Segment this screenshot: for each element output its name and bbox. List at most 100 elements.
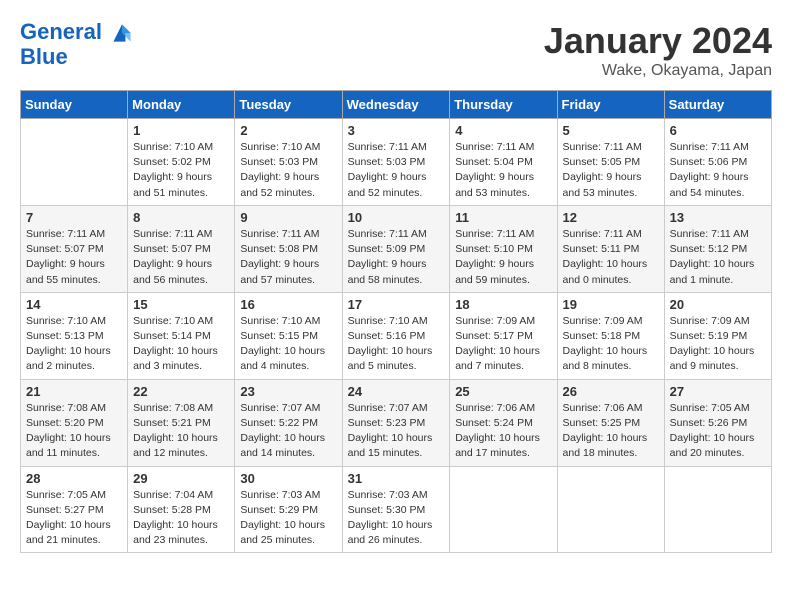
calendar-cell: 7Sunrise: 7:11 AMSunset: 5:07 PMDaylight… — [21, 205, 128, 292]
day-info: Sunrise: 7:06 AMSunset: 5:25 PMDaylight:… — [563, 402, 648, 460]
calendar-cell: 19 Sunrise: 7:09 AMSunset: 5:18 PMDayligh… — [557, 292, 664, 379]
calendar-cell — [21, 119, 128, 206]
calendar-cell: 31 Sunrise: 7:03 AMSunset: 5:30 PMDayligh… — [342, 466, 450, 553]
calendar-cell: 29 Sunrise: 7:04 AMSunset: 5:28 PMDayligh… — [128, 466, 235, 553]
day-number: 18 — [455, 297, 551, 312]
calendar-cell: 22 Sunrise: 7:08 AMSunset: 5:21 PMDayligh… — [128, 379, 235, 466]
logo: General Blue — [20, 20, 134, 69]
day-number: 9 — [240, 210, 336, 225]
day-info: Sunrise: 7:11 AMSunset: 5:10 PMDaylight:… — [455, 228, 534, 286]
calendar-cell: 27Sunrise: 7:05 AMSunset: 5:26 PMDayligh… — [664, 379, 771, 466]
day-info: Sunrise: 7:07 AMSunset: 5:23 PMDaylight:… — [348, 402, 433, 460]
title-block: January 2024 Wake, Okayama, Japan — [544, 20, 772, 80]
day-info: Sunrise: 7:10 AMSunset: 5:14 PMDaylight:… — [133, 315, 218, 373]
day-number: 4 — [455, 123, 551, 138]
day-number: 11 — [455, 210, 551, 225]
day-number: 15 — [133, 297, 229, 312]
day-number: 5 — [563, 123, 659, 138]
month-title: January 2024 — [544, 20, 772, 62]
day-number: 3 — [348, 123, 445, 138]
calendar-week-1: 1Sunrise: 7:10 AMSunset: 5:02 PMDaylight… — [21, 119, 772, 206]
calendar-cell — [664, 466, 771, 553]
day-info: Sunrise: 7:11 AMSunset: 5:09 PMDaylight:… — [348, 228, 427, 286]
day-info: Sunrise: 7:03 AMSunset: 5:29 PMDaylight:… — [240, 489, 325, 547]
day-info: Sunrise: 7:11 AMSunset: 5:06 PMDaylight:… — [670, 141, 749, 199]
day-number: 16 — [240, 297, 336, 312]
day-number: 26 — [563, 384, 659, 399]
day-number: 30 — [240, 471, 336, 486]
calendar-table: SundayMondayTuesdayWednesdayThursdayFrid… — [20, 90, 772, 553]
day-number: 13 — [670, 210, 766, 225]
day-number: 20 — [670, 297, 766, 312]
day-info: Sunrise: 7:09 AMSunset: 5:17 PMDaylight:… — [455, 315, 540, 373]
day-info: Sunrise: 7:11 AMSunset: 5:12 PMDaylight:… — [670, 228, 755, 286]
calendar-cell: 30 Sunrise: 7:03 AMSunset: 5:29 PMDayligh… — [235, 466, 342, 553]
day-info: Sunrise: 7:10 AMSunset: 5:15 PMDaylight:… — [240, 315, 325, 373]
day-number: 28 — [26, 471, 122, 486]
calendar-cell: 25Sunrise: 7:06 AMSunset: 5:24 PMDayligh… — [450, 379, 557, 466]
weekday-header-wednesday: Wednesday — [342, 91, 450, 119]
weekday-header-row: SundayMondayTuesdayWednesdayThursdayFrid… — [21, 91, 772, 119]
calendar-cell: 12Sunrise: 7:11 AMSunset: 5:11 PMDayligh… — [557, 205, 664, 292]
calendar-cell: 6Sunrise: 7:11 AMSunset: 5:06 PMDaylight… — [664, 119, 771, 206]
day-info: Sunrise: 7:11 AMSunset: 5:07 PMDaylight:… — [133, 228, 212, 286]
calendar-cell: 11 Sunrise: 7:11 AMSunset: 5:10 PMDayligh… — [450, 205, 557, 292]
day-info: Sunrise: 7:10 AMSunset: 5:02 PMDaylight:… — [133, 141, 213, 199]
calendar-cell: 23 Sunrise: 7:07 AMSunset: 5:22 PMDayligh… — [235, 379, 342, 466]
page-header: General Blue January 2024 Wake, Okayama,… — [20, 20, 772, 80]
day-number: 10 — [348, 210, 445, 225]
calendar-cell: 2Sunrise: 7:10 AMSunset: 5:03 PMDaylight… — [235, 119, 342, 206]
calendar-cell: 1Sunrise: 7:10 AMSunset: 5:02 PMDaylight… — [128, 119, 235, 206]
logo-text: General Blue — [20, 20, 134, 69]
day-info: Sunrise: 7:10 AMSunset: 5:13 PMDaylight:… — [26, 315, 111, 373]
calendar-cell: 14 Sunrise: 7:10 AMSunset: 5:13 PMDayligh… — [21, 292, 128, 379]
day-number: 29 — [133, 471, 229, 486]
day-info: Sunrise: 7:11 AMSunset: 5:08 PMDaylight:… — [240, 228, 319, 286]
calendar-cell — [450, 466, 557, 553]
calendar-cell: 9 Sunrise: 7:11 AMSunset: 5:08 PMDaylight… — [235, 205, 342, 292]
calendar-cell: 15 Sunrise: 7:10 AMSunset: 5:14 PMDayligh… — [128, 292, 235, 379]
location: Wake, Okayama, Japan — [544, 62, 772, 80]
day-info: Sunrise: 7:09 AMSunset: 5:18 PMDaylight:… — [563, 315, 648, 373]
calendar-cell: 3Sunrise: 7:11 AMSunset: 5:03 PMDaylight… — [342, 119, 450, 206]
day-number: 31 — [348, 471, 445, 486]
calendar-cell: 18 Sunrise: 7:09 AMSunset: 5:17 PMDayligh… — [450, 292, 557, 379]
day-info: Sunrise: 7:08 AMSunset: 5:20 PMDaylight:… — [26, 402, 111, 460]
day-number: 22 — [133, 384, 229, 399]
weekday-header-thursday: Thursday — [450, 91, 557, 119]
day-number: 27 — [670, 384, 766, 399]
calendar-week-4: 21 Sunrise: 7:08 AMSunset: 5:20 PMDayligh… — [21, 379, 772, 466]
calendar-cell: 28 Sunrise: 7:05 AMSunset: 5:27 PMDayligh… — [21, 466, 128, 553]
calendar-cell: 4Sunrise: 7:11 AMSunset: 5:04 PMDaylight… — [450, 119, 557, 206]
day-number: 19 — [563, 297, 659, 312]
calendar-week-2: 7Sunrise: 7:11 AMSunset: 5:07 PMDaylight… — [21, 205, 772, 292]
day-info: Sunrise: 7:04 AMSunset: 5:28 PMDaylight:… — [133, 489, 218, 547]
calendar-cell: 8Sunrise: 7:11 AMSunset: 5:07 PMDaylight… — [128, 205, 235, 292]
calendar-week-3: 14 Sunrise: 7:10 AMSunset: 5:13 PMDayligh… — [21, 292, 772, 379]
day-info: Sunrise: 7:10 AMSunset: 5:16 PMDaylight:… — [348, 315, 433, 373]
weekday-header-friday: Friday — [557, 91, 664, 119]
day-number: 23 — [240, 384, 336, 399]
day-info: Sunrise: 7:08 AMSunset: 5:21 PMDaylight:… — [133, 402, 218, 460]
weekday-header-tuesday: Tuesday — [235, 91, 342, 119]
day-info: Sunrise: 7:10 AMSunset: 5:03 PMDaylight:… — [240, 141, 320, 199]
calendar-cell: 13 Sunrise: 7:11 AMSunset: 5:12 PMDayligh… — [664, 205, 771, 292]
calendar-cell — [557, 466, 664, 553]
day-number: 17 — [348, 297, 445, 312]
calendar-cell: 10 Sunrise: 7:11 AMSunset: 5:09 PMDayligh… — [342, 205, 450, 292]
day-info: Sunrise: 7:03 AMSunset: 5:30 PMDaylight:… — [348, 489, 433, 547]
day-info: Sunrise: 7:11 AMSunset: 5:05 PMDaylight:… — [563, 141, 642, 199]
day-info: Sunrise: 7:07 AMSunset: 5:22 PMDaylight:… — [240, 402, 325, 460]
day-info: Sunrise: 7:11 AMSunset: 5:07 PMDaylight:… — [26, 228, 105, 286]
day-info: Sunrise: 7:05 AMSunset: 5:27 PMDaylight:… — [26, 489, 111, 547]
calendar-cell: 26 Sunrise: 7:06 AMSunset: 5:25 PMDayligh… — [557, 379, 664, 466]
day-number: 14 — [26, 297, 122, 312]
logo-icon — [110, 21, 134, 45]
calendar-cell: 21 Sunrise: 7:08 AMSunset: 5:20 PMDayligh… — [21, 379, 128, 466]
day-number: 21 — [26, 384, 122, 399]
calendar-cell: 17 Sunrise: 7:10 AMSunset: 5:16 PMDayligh… — [342, 292, 450, 379]
day-number: 24 — [348, 384, 445, 399]
weekday-header-monday: Monday — [128, 91, 235, 119]
day-info: Sunrise: 7:11 AMSunset: 5:11 PMDaylight:… — [563, 228, 648, 286]
day-number: 25 — [455, 384, 551, 399]
